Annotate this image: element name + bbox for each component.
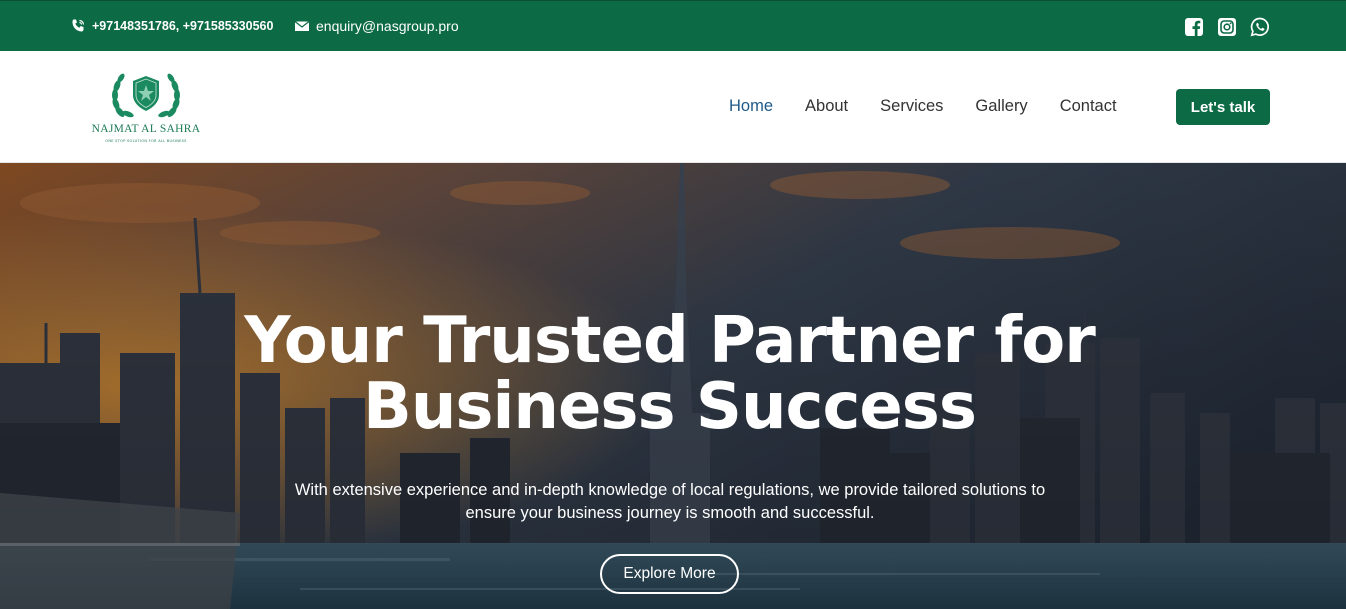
hero-description: With extensive experience and in-depth k… bbox=[270, 479, 1070, 525]
phone-icon bbox=[70, 18, 86, 34]
laurel-shield-icon bbox=[112, 73, 180, 118]
hero-title-line1: Your Trusted Partner for bbox=[244, 304, 1096, 378]
top-contact-bar: +97148351786, +971585330560 enquiry@nasg… bbox=[0, 0, 1346, 51]
site-logo[interactable]: NAJMAT AL SAHRA ONE STOP SOLUTION FOR AL… bbox=[86, 67, 206, 147]
social-links bbox=[1184, 17, 1270, 37]
instagram-icon[interactable] bbox=[1217, 17, 1237, 37]
nav-contact[interactable]: Contact bbox=[1060, 97, 1117, 116]
hero-title-line2: Business Success bbox=[363, 370, 977, 444]
nav-gallery[interactable]: Gallery bbox=[975, 97, 1027, 116]
nav-about[interactable]: About bbox=[805, 97, 848, 116]
hero-description-line1: With extensive experience and in-depth k… bbox=[294, 481, 1046, 499]
logo-title: NAJMAT AL SAHRA bbox=[91, 123, 201, 135]
hero-description-line2: ensure your business journey is smooth a… bbox=[465, 504, 875, 522]
phone-numbers: +97148351786, +971585330560 bbox=[92, 19, 274, 33]
hero-section: Your Trusted Partner for Business Succes… bbox=[0, 163, 1346, 609]
mail-icon bbox=[294, 18, 310, 34]
email-address: enquiry@nasgroup.pro bbox=[316, 18, 459, 34]
contact-email[interactable]: enquiry@nasgroup.pro bbox=[294, 18, 459, 34]
nav-services[interactable]: Services bbox=[880, 97, 943, 116]
whatsapp-icon[interactable] bbox=[1250, 17, 1270, 37]
main-nav: Home About Services Gallery Contact bbox=[729, 97, 1149, 116]
contact-phone[interactable]: +97148351786, +971585330560 bbox=[70, 18, 273, 34]
explore-more-button[interactable]: Explore More bbox=[600, 554, 739, 594]
logo-tagline: ONE STOP SOLUTION FOR ALL BUSINESS bbox=[105, 139, 187, 143]
lets-talk-button[interactable]: Let's talk bbox=[1176, 89, 1270, 125]
site-header: NAJMAT AL SAHRA ONE STOP SOLUTION FOR AL… bbox=[0, 51, 1346, 163]
facebook-icon[interactable] bbox=[1184, 17, 1204, 37]
hero-title: Your Trusted Partner for Business Succes… bbox=[0, 308, 1346, 440]
nav-home[interactable]: Home bbox=[729, 97, 773, 116]
